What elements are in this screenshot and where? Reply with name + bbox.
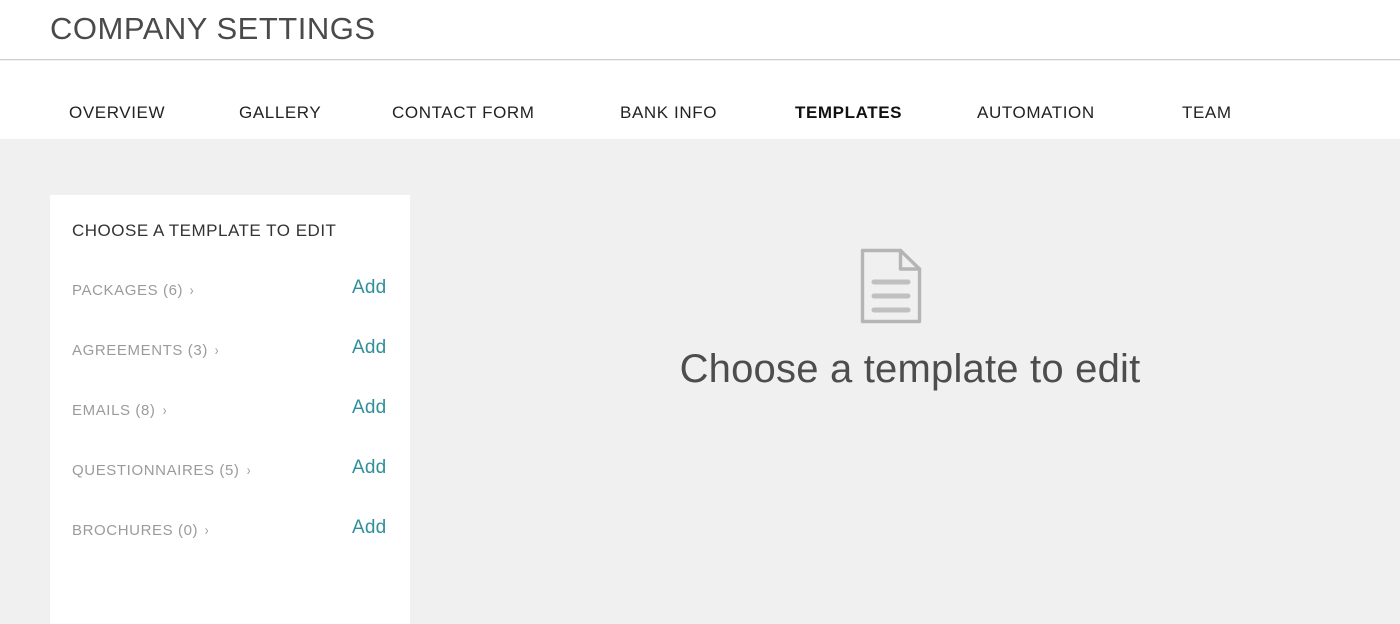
add-questionnaires-button[interactable]: Add (352, 457, 386, 479)
tab-automation[interactable]: AUTOMATION (977, 103, 1095, 123)
template-chooser-panel: CHOOSE A TEMPLATE TO EDIT PACKAGES (6) ›… (50, 195, 410, 624)
empty-state-title: Choose a template to edit (679, 347, 1141, 391)
category-agreements[interactable]: AGREEMENTS (3) › (72, 342, 220, 359)
tab-gallery[interactable]: GALLERY (239, 103, 321, 123)
add-brochures-button[interactable]: Add (352, 517, 386, 539)
template-category-list: PACKAGES (6) › Add AGREEMENTS (3) › Add … (50, 273, 410, 573)
list-item: EMAILS (8) › Add (50, 393, 410, 453)
tab-team[interactable]: TEAM (1182, 103, 1232, 123)
category-label: QUESTIONNAIRES (5) (72, 462, 240, 479)
category-questionnaires[interactable]: QUESTIONNAIRES (5) › (72, 462, 251, 479)
panel-heading: CHOOSE A TEMPLATE TO EDIT (72, 221, 337, 240)
content-area: CHOOSE A TEMPLATE TO EDIT PACKAGES (6) ›… (0, 139, 1400, 624)
page-header: COMPANY SETTINGS (0, 0, 1400, 60)
category-label: BROCHURES (0) (72, 522, 199, 539)
empty-state: Choose a template to edit (410, 139, 1400, 624)
category-emails[interactable]: EMAILS (8) › (72, 402, 167, 419)
settings-tab-bar: OVERVIEW GALLERY CONTACT FORM BANK INFO … (0, 61, 1400, 139)
tab-overview[interactable]: OVERVIEW (69, 103, 165, 123)
tab-templates[interactable]: TEMPLATES (795, 103, 902, 123)
list-item: PACKAGES (6) › Add (50, 273, 410, 333)
list-item: QUESTIONNAIRES (5) › Add (50, 453, 410, 513)
chevron-right-icon: › (246, 462, 251, 479)
add-emails-button[interactable]: Add (352, 397, 386, 419)
list-item: AGREEMENTS (3) › Add (50, 333, 410, 393)
add-agreements-button[interactable]: Add (352, 337, 386, 359)
category-label: PACKAGES (6) (72, 282, 184, 299)
chevron-right-icon: › (189, 282, 195, 299)
list-item: BROCHURES (0) › Add (50, 513, 410, 573)
chevron-right-icon: › (214, 342, 219, 359)
chevron-right-icon: › (162, 402, 167, 419)
document-icon (859, 246, 923, 326)
add-packages-button[interactable]: Add (352, 277, 386, 299)
page-title: COMPANY SETTINGS (50, 11, 376, 46)
category-packages[interactable]: PACKAGES (6) › (72, 282, 195, 299)
chevron-right-icon: › (204, 522, 210, 539)
tab-contact-form[interactable]: CONTACT FORM (392, 103, 535, 123)
category-brochures[interactable]: BROCHURES (0) › (72, 522, 210, 539)
tab-bank-info[interactable]: BANK INFO (620, 103, 717, 123)
company-settings-page: COMPANY SETTINGS OVERVIEW GALLERY CONTAC… (0, 0, 1400, 624)
category-label: AGREEMENTS (3) (72, 342, 208, 359)
category-label: EMAILS (8) (72, 402, 156, 419)
